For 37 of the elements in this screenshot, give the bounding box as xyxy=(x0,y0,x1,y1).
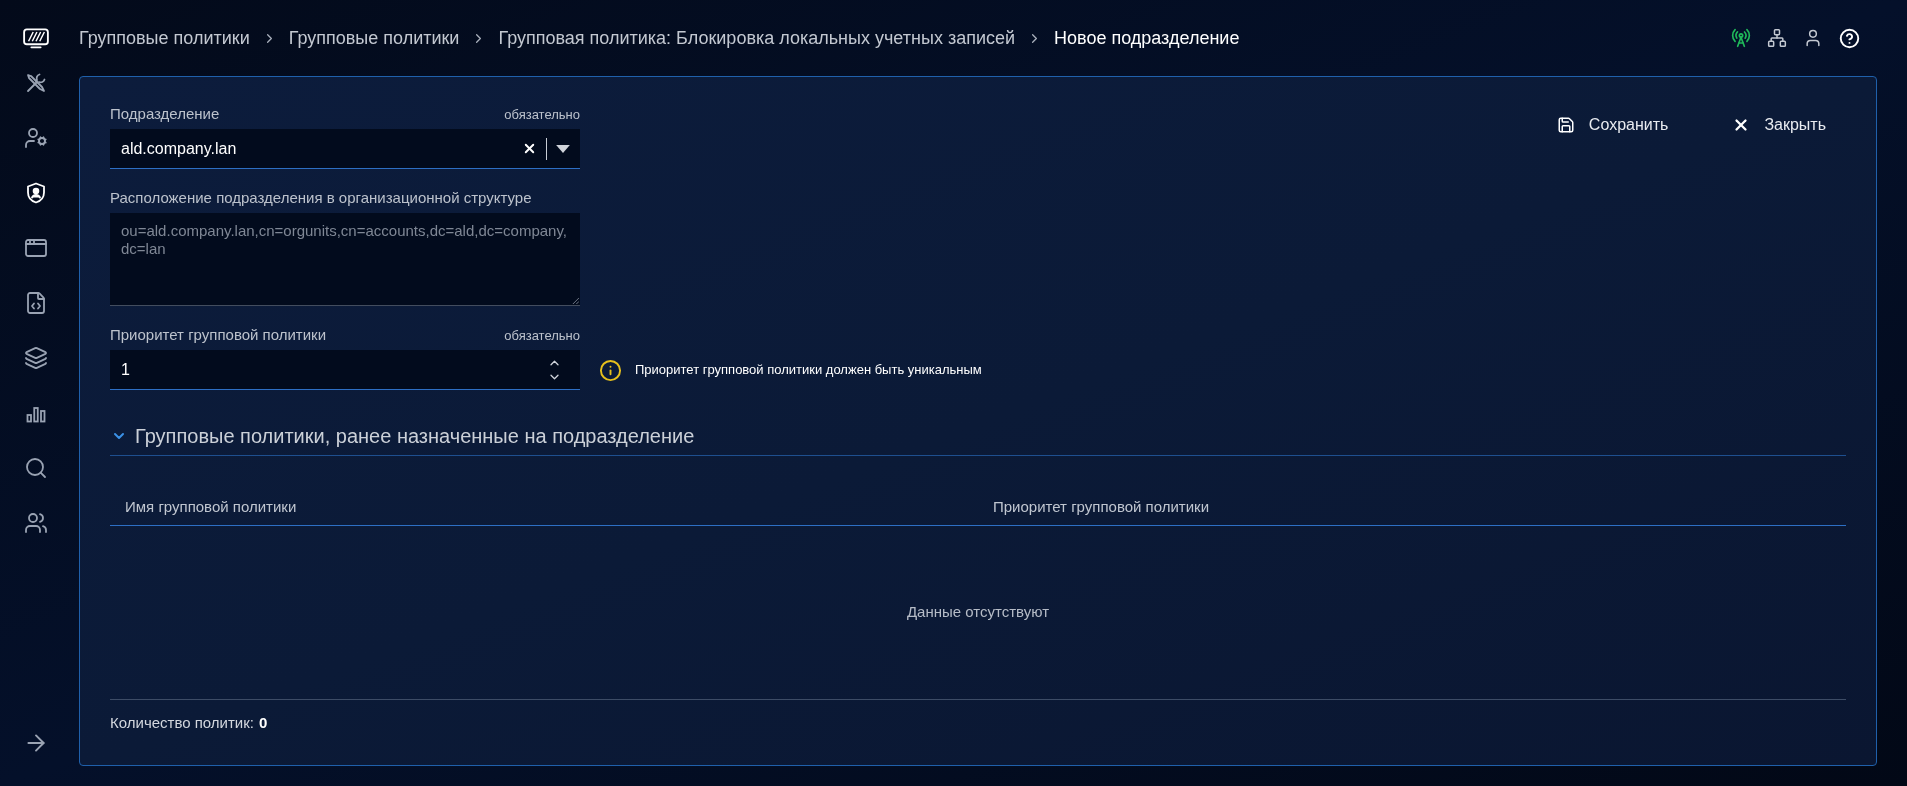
clear-icon[interactable] xyxy=(522,141,537,156)
users-icon[interactable] xyxy=(24,511,48,535)
field-label: Расположение подразделения в организационной структуре xyxy=(110,189,532,207)
breadcrumb-link[interactable]: Групповая политика: Блокировка локальных учетных записей xyxy=(498,24,1016,52)
info-icon xyxy=(599,358,622,382)
count-label: Количество политик: xyxy=(110,712,254,733)
hint-text: Приоритет групповой политики должен быть уникальным xyxy=(635,361,982,380)
empty-table-text: Данные отсутствуют xyxy=(906,602,1050,623)
field-label: Приоритет групповой политики xyxy=(110,326,327,344)
shield-user-icon[interactable] xyxy=(24,181,48,205)
close-button[interactable]: Закрыть xyxy=(1712,105,1846,145)
column-header[interactable]: Приоритет групповой политики xyxy=(978,496,1846,519)
select-field[interactable]: ald.company.lan xyxy=(110,129,580,169)
search-icon[interactable] xyxy=(24,456,48,480)
code-file-icon[interactable] xyxy=(24,291,48,315)
antenna-icon[interactable] xyxy=(1731,28,1751,48)
network-icon[interactable] xyxy=(1767,28,1787,48)
save-icon xyxy=(1556,116,1575,134)
number-field[interactable]: 1 xyxy=(110,350,580,390)
breadcrumb-link[interactable]: Групповые политики xyxy=(79,24,250,52)
required-note: обязательно xyxy=(504,328,580,344)
breadcrumb-link[interactable]: Групповые политики xyxy=(288,24,460,52)
save-button[interactable]: Сохранить xyxy=(1536,105,1689,145)
column-header[interactable]: Имя групповой политики xyxy=(110,496,978,519)
layers-icon[interactable] xyxy=(24,346,48,370)
user-gear-icon[interactable] xyxy=(24,126,48,150)
field-label: Подразделение xyxy=(110,105,220,123)
user-icon[interactable] xyxy=(1803,28,1823,48)
monitor-logo-icon[interactable] xyxy=(23,28,49,49)
tools-icon[interactable] xyxy=(24,71,48,95)
window-icon[interactable] xyxy=(24,236,48,260)
help-icon[interactable] xyxy=(1839,27,1860,49)
breadcrumb-link[interactable]: Новое подразделение xyxy=(1054,24,1240,52)
section-header[interactable]: Групповые политики, ранее назначенные на подразделение xyxy=(110,421,1846,456)
caret-icon[interactable] xyxy=(556,144,570,153)
required-note: обязательно xyxy=(504,107,580,123)
count-value: 0 xyxy=(258,712,268,733)
